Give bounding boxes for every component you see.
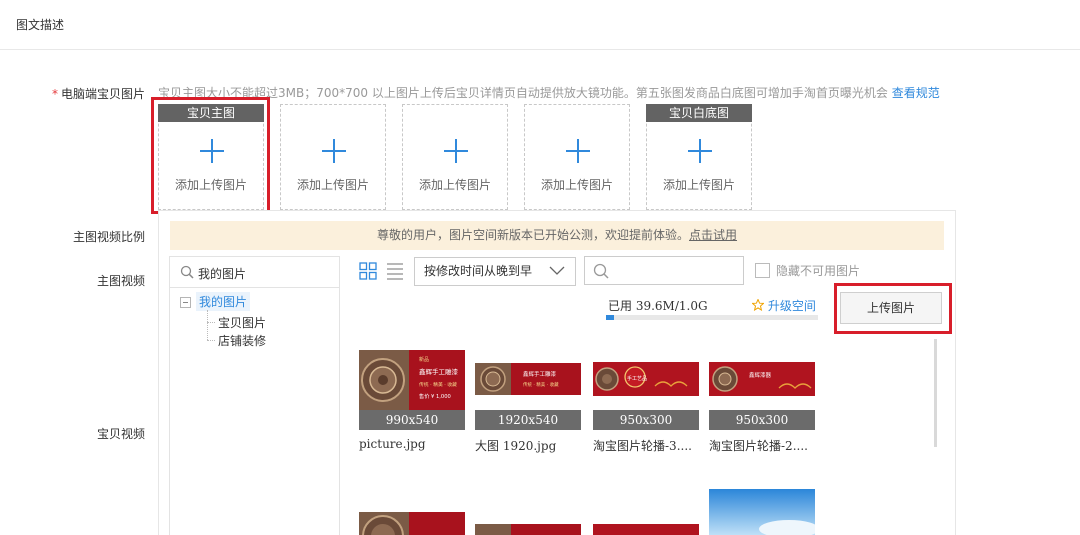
thumb-filename: picture.jpg <box>359 437 426 451</box>
thumb-dimensions: 950x300 <box>709 410 815 430</box>
view-rules-link[interactable]: 查看规范 <box>892 86 940 100</box>
folder-search-text: 我的图片 <box>198 267 247 281</box>
thumb-image[interactable] <box>593 524 699 535</box>
thumb-image: 鑫辉手工雕漆 传统 · 精美 · 收藏 <box>475 363 581 395</box>
highlight-frame-main-slot <box>151 97 270 214</box>
upload-slot-3[interactable]: 添加上传图片 <box>402 104 508 210</box>
folder-tree: 我的图片 我的图片 宝贝图片 店铺装修 <box>169 256 340 535</box>
thumb-filename: 大图 1920.jpg <box>475 439 557 453</box>
upload-slot-white-bg[interactable]: 宝贝白底图 添加上传图片 <box>646 104 752 210</box>
hide-unusable-label: 隐藏不可用图片 <box>776 264 861 278</box>
thumb-caption: 新品 <box>419 356 429 363</box>
image-thumb[interactable]: 手工艺品 950x300 淘宝图片轮播-3.... <box>593 350 699 460</box>
section-header: 图文描述 <box>0 0 1080 50</box>
white-bg-badge: 宝贝白底图 <box>646 104 752 122</box>
storage-usage-text: 已用 39.6M/1.0G <box>608 299 708 313</box>
thumb-caption: 鑫辉手工雕漆 <box>419 367 459 376</box>
thumb-image[interactable] <box>475 524 581 535</box>
notice-bar: 尊敬的用户，图片空间新版本已开始公测，欢迎提前体验。点击试用 <box>170 221 944 250</box>
thumb-caption: 鑫辉漆器 <box>749 371 772 379</box>
main-images-label-text: 电脑端宝贝图片 <box>60 87 145 101</box>
main-video-label: 主图视频 <box>96 274 145 288</box>
storage-usage-bar <box>606 315 818 320</box>
add-image-label: 添加上传图片 <box>296 178 369 192</box>
upgrade-space-label: 升级空间 <box>767 299 816 313</box>
tree-node-shop-decor[interactable]: 店铺装修 <box>218 332 266 349</box>
try-now-link[interactable]: 点击试用 <box>689 228 737 242</box>
upload-slot-2[interactable]: 添加上传图片 <box>280 104 386 210</box>
add-image-label: 添加上传图片 <box>662 178 735 192</box>
image-thumb[interactable]: 鑫辉漆器 950x300 淘宝图片轮播-2.... <box>709 350 815 460</box>
storage-usage-fill <box>606 315 615 320</box>
sort-select-value: 按修改时间从晚到早 <box>424 264 533 278</box>
plus-icon <box>566 139 590 163</box>
thumb-image: 手工艺品 <box>593 362 699 396</box>
scrollbar[interactable] <box>934 339 937 447</box>
tree-guide-line <box>207 322 215 323</box>
main-images-label: * 电脑端宝贝图片 <box>52 85 145 102</box>
add-image-label: 添加上传图片 <box>418 178 491 192</box>
upload-hint: 宝贝主图大小不能超过3MB；700*700 以上图片上传后宝贝详情页自动提供放大… <box>158 84 940 101</box>
thumb-caption: 售价 ¥ 1,000 <box>419 392 451 400</box>
video-ratio-label: 主图视频比例 <box>72 230 145 244</box>
tree-node-item-images[interactable]: 宝贝图片 <box>218 314 266 331</box>
chevron-down-icon <box>549 266 565 275</box>
plus-icon <box>444 139 468 163</box>
thumb-caption: 传统 · 精美 · 收藏 <box>523 381 559 388</box>
thumb-filename: 淘宝图片轮播-2.... <box>709 439 808 453</box>
search-icon <box>593 263 609 279</box>
thumb-image[interactable] <box>359 512 465 535</box>
notice-text: 尊敬的用户，图片空间新版本已开始公测，欢迎提前体验。 <box>376 228 689 242</box>
star-icon <box>751 298 765 312</box>
upgrade-space-link[interactable]: 升级空间 <box>751 297 816 314</box>
image-search-input[interactable] <box>584 256 744 285</box>
thumb-dimensions: 990x540 <box>359 410 465 430</box>
thumb-filename: 淘宝图片轮播-3.... <box>593 439 692 453</box>
plus-icon <box>322 139 346 163</box>
add-image-label: 添加上传图片 <box>540 178 613 192</box>
section-title: 图文描述 <box>16 18 65 32</box>
grid-view-icon[interactable] <box>359 262 377 280</box>
image-thumb[interactable]: 新品 鑫辉手工雕漆 传统 · 精美 · 收藏 售价 ¥ 1,000 990x54… <box>359 350 465 460</box>
thumb-image: 鑫辉漆器 <box>709 362 815 396</box>
item-video-label: 宝贝视频 <box>96 427 145 441</box>
thumb-caption: 鑫辉手工雕漆 <box>523 370 557 378</box>
folder-search[interactable]: 我的图片 <box>170 257 339 288</box>
upload-slot-4[interactable]: 添加上传图片 <box>524 104 630 210</box>
required-star: * <box>51 87 58 101</box>
thumb-image[interactable] <box>709 489 815 535</box>
tree-node-my-images[interactable]: 我的图片 <box>196 292 251 311</box>
hide-unusable-checkbox[interactable] <box>755 263 770 278</box>
thumb-image: 新品 鑫辉手工雕漆 传统 · 精美 · 收藏 售价 ¥ 1,000 <box>359 350 465 410</box>
tree-guide-line <box>207 310 208 340</box>
thumb-caption: 传统 · 精美 · 收藏 <box>419 381 457 388</box>
thumb-caption: 手工艺品 <box>627 375 647 382</box>
highlight-frame-upload <box>834 283 952 334</box>
image-thumb[interactable]: 鑫辉手工雕漆 传统 · 精美 · 收藏 1920x540 大图 1920.jpg <box>475 350 581 460</box>
tree-guide-line <box>207 340 215 341</box>
sort-select[interactable]: 按修改时间从晚到早 <box>414 257 576 286</box>
thumb-dimensions: 1920x540 <box>475 410 581 430</box>
thumb-dimensions: 950x300 <box>593 410 699 430</box>
search-icon <box>180 265 194 279</box>
list-view-icon[interactable] <box>386 262 404 280</box>
collapse-icon[interactable] <box>180 297 191 308</box>
plus-icon <box>688 139 712 163</box>
